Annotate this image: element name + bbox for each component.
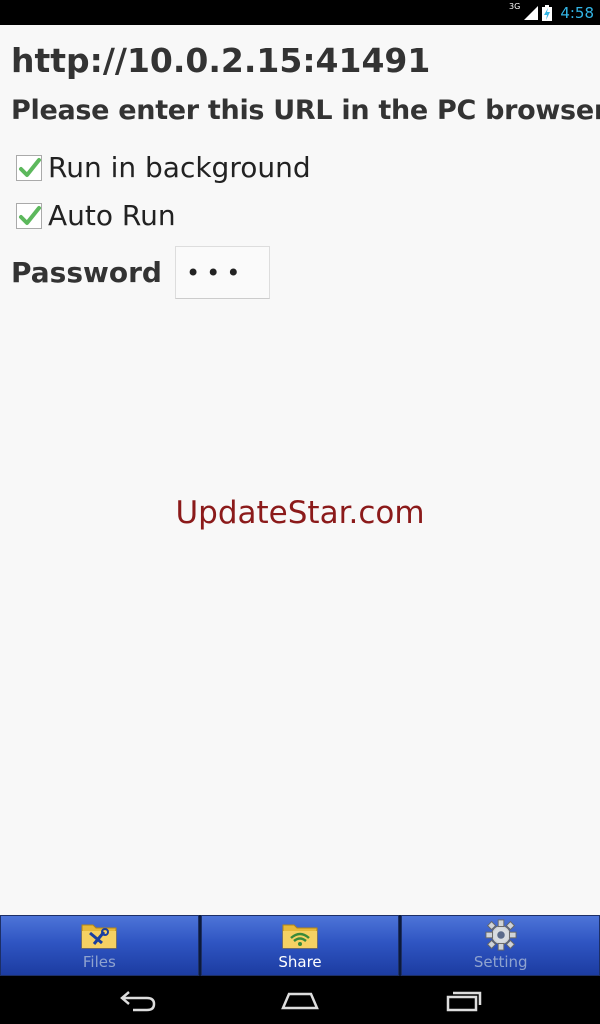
tab-setting[interactable]: Setting [401,915,600,976]
tab-files-label: Files [82,953,116,971]
server-url: http://10.0.2.15:41491 [11,41,431,80]
auto-run-label: Auto Run [48,199,176,232]
run-in-background-label: Run in background [48,151,311,184]
checkmark-icon [19,157,41,177]
status-bar: 3G 4:58 [0,0,600,25]
gear-icon [484,919,518,951]
instruction-text: Please enter this URL in the PC browser [11,95,600,126]
run-in-background-option[interactable]: Run in background [16,151,311,184]
password-row: Password [11,246,270,299]
battery-charging-icon [542,4,553,21]
watermark: UpdateStar.com [175,495,425,531]
auto-run-option[interactable]: Auto Run [16,199,176,232]
tab-share-label: Share [278,953,322,971]
tab-files[interactable]: Files [0,915,199,976]
tab-share[interactable]: Share [200,915,400,976]
status-clock: 4:58 [560,3,594,22]
status-icons: 3G 4:58 [509,0,594,25]
recent-apps-icon[interactable] [446,988,482,1016]
home-icon[interactable] [281,988,319,1016]
network-type-label: 3G [509,2,521,11]
back-icon[interactable] [119,988,157,1016]
run-in-background-checkbox[interactable] [16,154,42,181]
signal-icon [524,5,539,20]
folder-wifi-icon [280,919,320,951]
bottom-tab-bar: Files Share Setting [0,915,600,976]
auto-run-checkbox[interactable] [16,202,42,229]
system-nav-bar [0,976,600,1024]
folder-tools-icon [79,919,119,951]
tab-setting-label: Setting [473,953,528,971]
password-input[interactable] [174,246,270,299]
password-label: Password [11,256,162,289]
checkmark-icon [19,205,41,225]
